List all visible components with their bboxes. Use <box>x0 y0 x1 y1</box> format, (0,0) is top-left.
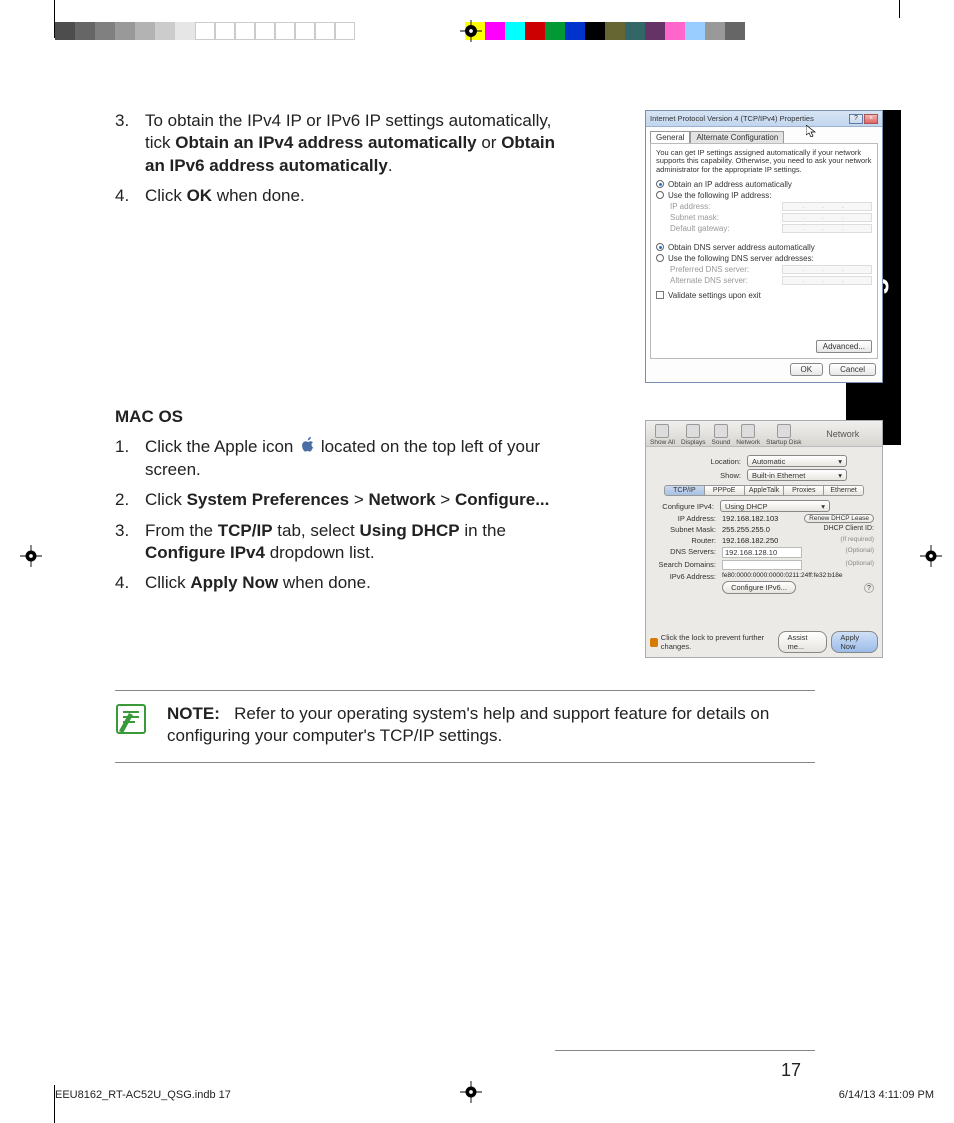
print-date: 6/14/13 4:11:09 PM <box>839 1089 934 1101</box>
page-number: 17 <box>781 1060 801 1081</box>
note-callout: NOTE: Refer to your operating system's h… <box>115 690 815 763</box>
step-item: 4. Cllick Apply Now when done. <box>115 572 575 594</box>
dialog-title: Network <box>808 429 878 439</box>
printer-color-bar <box>55 22 954 40</box>
registration-mark-icon <box>460 20 482 42</box>
page-rule <box>555 1050 815 1051</box>
lock-icon <box>650 638 658 647</box>
cancel-button[interactable]: Cancel <box>829 363 876 376</box>
step-item: 2. Click System Preferences > Network > … <box>115 489 575 511</box>
assist-button[interactable]: Assist me... <box>778 631 827 653</box>
print-footer: EEU8162_RT-AC52U_QSG.indb 17 6/14/13 4:1… <box>55 1089 934 1101</box>
note-icon <box>115 703 149 742</box>
apply-now-button[interactable]: Apply Now <box>831 631 878 653</box>
registration-mark-icon <box>20 545 42 567</box>
step-item: 1. Click the Apple icon located on the t… <box>115 436 575 481</box>
macos-heading: MAC OS <box>115 406 815 428</box>
help-icon[interactable]: ? <box>864 583 874 593</box>
file-name: EEU8162_RT-AC52U_QSG.indb 17 <box>55 1089 231 1101</box>
window-controls: ? × <box>849 114 878 124</box>
note-text: Refer to your operating system's help an… <box>167 704 769 745</box>
help-icon[interactable]: ? <box>849 114 863 124</box>
step-item: 3. From the TCP/IP tab, select Using DHC… <box>115 520 575 565</box>
note-label: NOTE: <box>167 704 220 723</box>
lock-toggle[interactable]: Click the lock to prevent further change… <box>650 633 778 651</box>
apple-icon <box>298 436 316 454</box>
close-icon[interactable]: × <box>864 114 878 124</box>
document-body: 3. To obtain the IPv4 IP or IPv6 IP sett… <box>115 110 815 603</box>
step-item: 4. Click OK when done. <box>115 185 575 207</box>
advanced-button[interactable]: Advanced... <box>816 340 872 353</box>
step-item: 3. To obtain the IPv4 IP or IPv6 IP sett… <box>115 110 575 177</box>
registration-mark-icon <box>920 545 942 567</box>
